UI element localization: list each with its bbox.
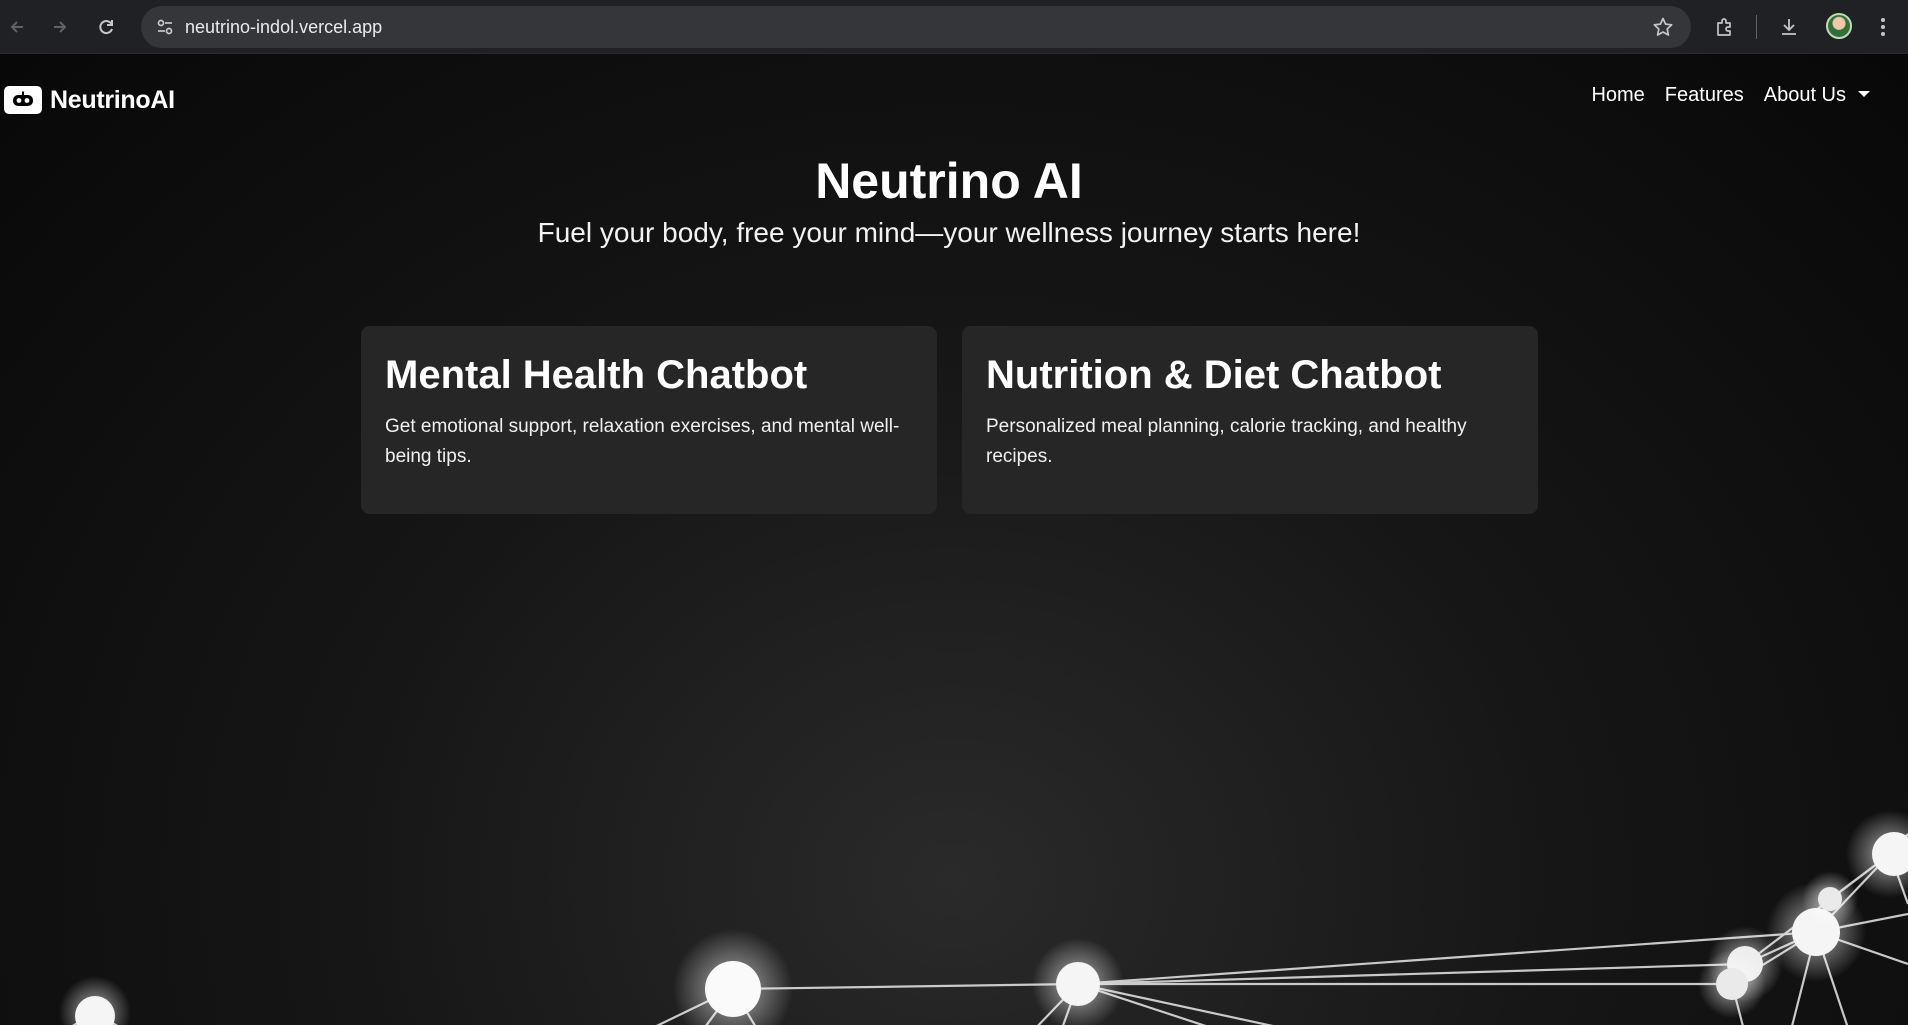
star-icon — [1653, 17, 1673, 36]
downloads-button[interactable] — [1772, 10, 1806, 44]
url-text[interactable]: neutrino-indol.vercel.app — [185, 6, 382, 48]
hero-subtitle: Fuel your body, free your mind—your well… — [537, 217, 1361, 248]
site-navbar: NeutrinoAI Home Features About Us — [0, 54, 1908, 146]
profile-avatar[interactable] — [1826, 13, 1852, 39]
browser-toolbar: neutrino-indol.vercel.app — [0, 0, 1908, 54]
tune-icon — [157, 19, 173, 35]
card-description: Personalized meal planning, calorie trac… — [986, 416, 1467, 467]
brand-name: NeutrinoAI — [50, 85, 175, 114]
card-title: Nutrition & Diet Chatbot — [986, 353, 1442, 397]
nav-about-dropdown[interactable]: About Us — [1764, 84, 1870, 107]
browser-menu-button[interactable] — [1866, 10, 1900, 44]
nav-home-link[interactable]: Home — [1591, 84, 1644, 107]
forward-button[interactable] — [43, 10, 77, 44]
nutrition-card[interactable]: Nutrition & Diet Chatbot Personalized me… — [962, 326, 1538, 514]
brand-link[interactable]: NeutrinoAI — [4, 82, 175, 118]
site-info-button[interactable] — [151, 13, 179, 41]
arrow-left-icon — [10, 21, 23, 33]
arrow-right-icon — [54, 21, 67, 33]
nav-about-label: About Us — [1763, 84, 1846, 106]
reload-button[interactable] — [89, 10, 123, 44]
puzzle-icon — [1717, 18, 1731, 36]
hero-title: Neutrino AI — [815, 153, 1083, 209]
toolbar-divider — [1756, 15, 1757, 39]
reload-icon — [99, 20, 113, 35]
mental-health-card[interactable]: Mental Health Chatbot Get emotional supp… — [361, 326, 937, 514]
back-button[interactable] — [0, 10, 34, 44]
robot-icon — [4, 86, 42, 114]
card-description: Get emotional support, relaxation exerci… — [385, 416, 900, 467]
nav-links: Home Features About Us — [1591, 84, 1870, 107]
nav-features-link[interactable]: Features — [1665, 84, 1744, 107]
card-title: Mental Health Chatbot — [385, 353, 808, 397]
download-icon — [1782, 19, 1796, 35]
bookmark-button[interactable] — [1649, 13, 1677, 41]
extensions-button[interactable] — [1708, 10, 1742, 44]
kebab-menu-icon — [1881, 18, 1885, 36]
page-viewport: NeutrinoAI Home Features About Us Neutri… — [0, 54, 1908, 1025]
address-bar[interactable]: neutrino-indol.vercel.app — [141, 6, 1691, 48]
caret-down-icon — [1858, 90, 1870, 97]
